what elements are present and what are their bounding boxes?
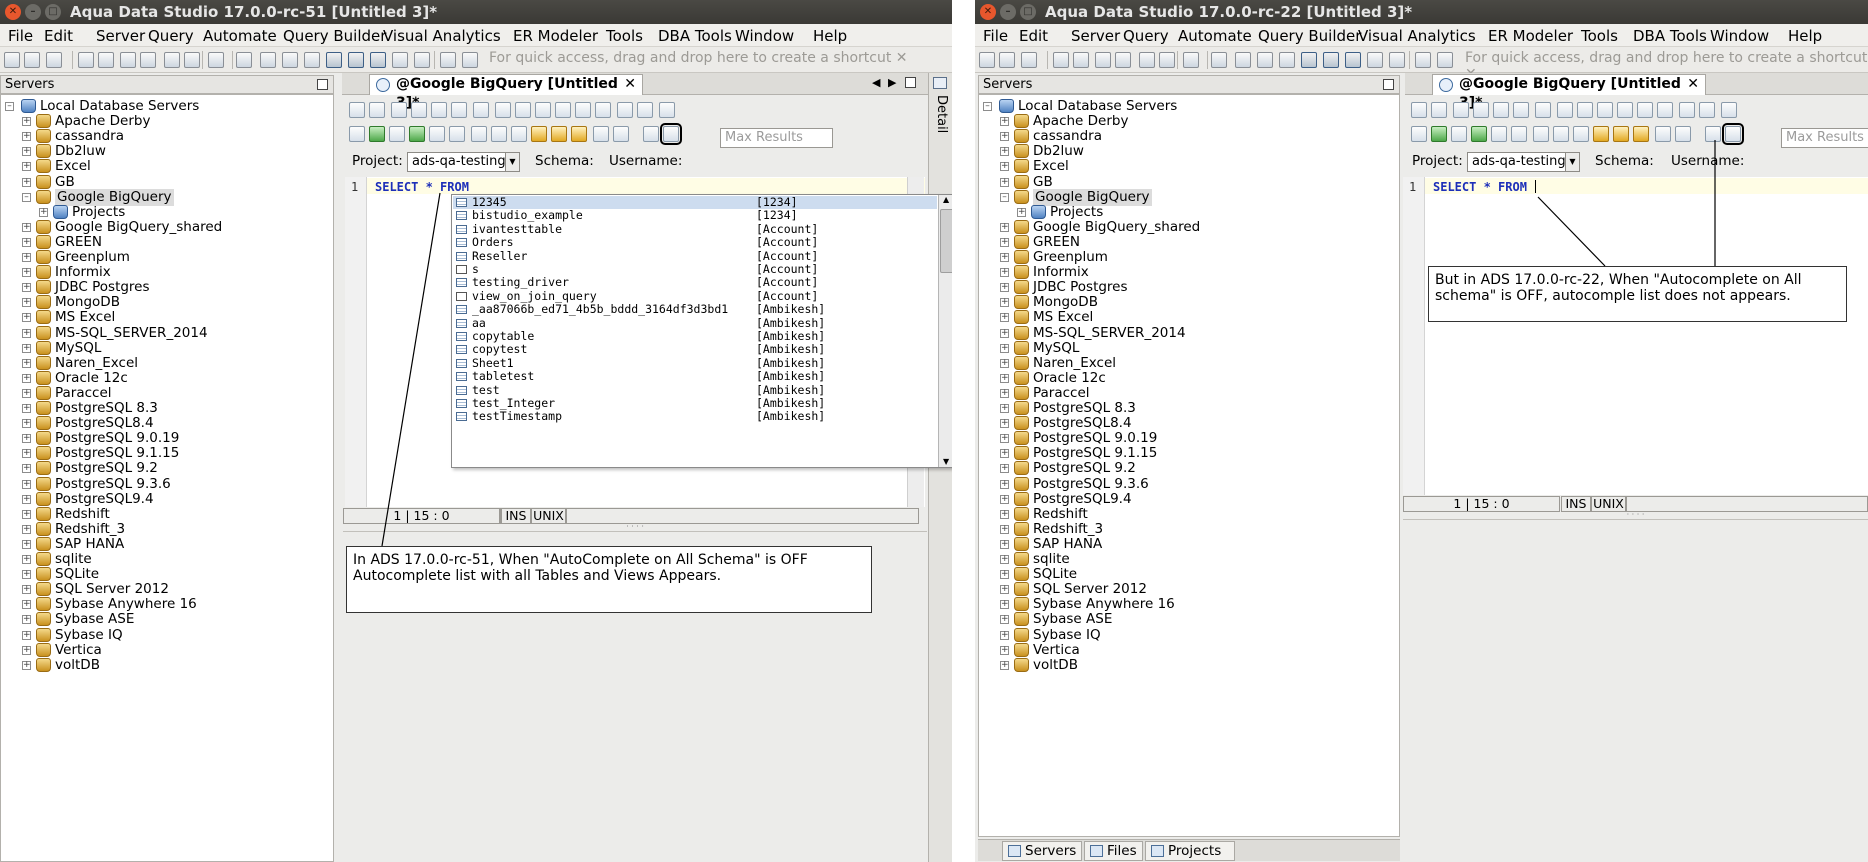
left-annotation-line	[381, 192, 441, 547]
annotation-arrows	[381, 140, 1716, 547]
right-annotation-line-1	[1537, 196, 1606, 267]
